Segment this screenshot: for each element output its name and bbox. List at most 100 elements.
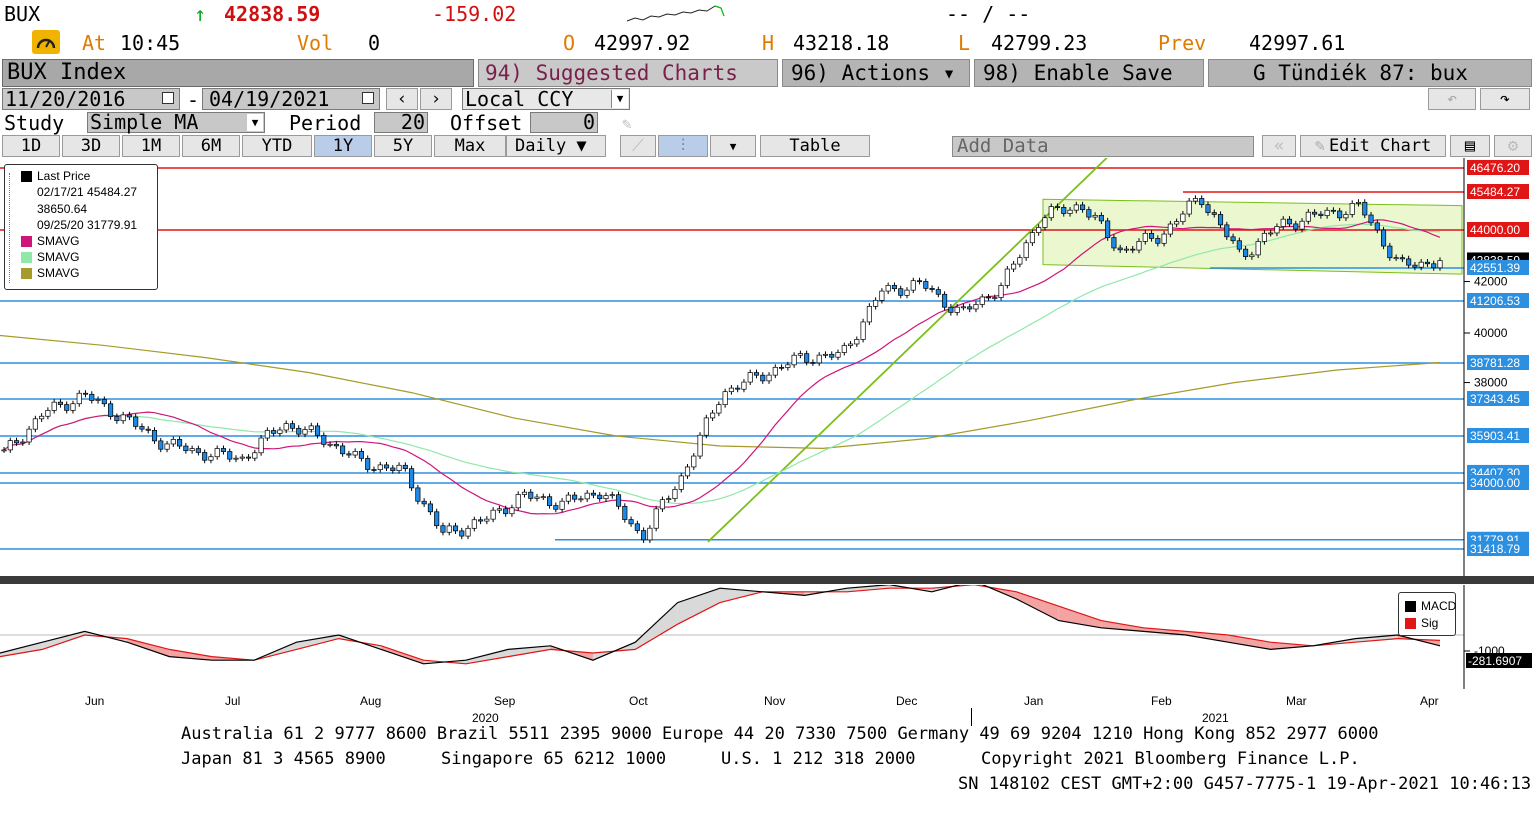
end-date: 04/19/2021 (209, 87, 330, 111)
candle-body (1105, 220, 1111, 238)
period-input[interactable]: 20 (374, 112, 428, 133)
calendar-icon[interactable] (362, 92, 374, 104)
candle-body (534, 496, 540, 499)
legend-high: 02/17/21 45484.27 (37, 185, 138, 199)
study-select[interactable]: Simple MA (87, 112, 265, 133)
candle-body (935, 289, 941, 295)
range-1m[interactable]: 1M (122, 135, 180, 157)
sma-olive-line (0, 334, 1441, 450)
candle-body (440, 525, 446, 533)
candle-body (1123, 248, 1130, 251)
start-date-field[interactable]: 11/20/2016 (2, 88, 180, 110)
chevron-down-icon[interactable]: ▼ (710, 135, 756, 157)
candle-body (565, 494, 571, 502)
frequency-select[interactable]: Daily ▼ (506, 135, 606, 157)
candle-body (471, 519, 477, 529)
candle-body (659, 499, 665, 510)
legend-last-price: Last Price (37, 169, 91, 183)
x-year-label: 2021 (1202, 711, 1229, 725)
footer-copyright: Copyright 2021 Bloomberg Finance L.P. (981, 749, 1360, 769)
candle-body (1130, 248, 1136, 251)
candle-body (866, 306, 872, 323)
undo-button[interactable]: ↶ (1428, 88, 1476, 110)
candle-body (409, 468, 415, 489)
candle-body (1004, 268, 1010, 286)
table-button[interactable]: Table (760, 135, 870, 157)
range-6m[interactable]: 6M (182, 135, 240, 157)
redo-button[interactable]: ↷ (1480, 88, 1530, 110)
enable-save-button[interactable]: 98) Enable Save (974, 59, 1204, 87)
candle-body (666, 498, 672, 501)
macd-chart[interactable]: 1000-1000-281.6907 (0, 585, 1534, 693)
next-period-button[interactable]: › (420, 88, 452, 110)
net-change: -159.02 (432, 2, 517, 26)
range-max[interactable]: Max (434, 135, 506, 157)
candle-body (1161, 233, 1167, 244)
legend-mid: 38650.64 (37, 202, 88, 216)
candle-body (1305, 211, 1311, 222)
candle-body (521, 491, 528, 495)
range-1y[interactable]: 1Y (314, 135, 372, 157)
candle-body (848, 343, 854, 346)
x-month-label: Dec (896, 694, 918, 708)
chevron-down-icon[interactable]: ▼ (611, 90, 628, 108)
pencil-icon[interactable]: ✎ (622, 114, 632, 133)
candle-body (540, 496, 546, 499)
chevron-down-icon[interactable]: ▼ (247, 114, 263, 131)
collapse-icon[interactable]: « (1262, 135, 1296, 157)
y-tick-label: 42000 (1474, 275, 1508, 289)
candle-body (13, 440, 20, 444)
candle-body (496, 508, 502, 511)
candle-body (515, 494, 521, 509)
candle-body (722, 391, 728, 405)
candle-body (1312, 211, 1318, 215)
candle-body (308, 425, 314, 430)
candle-body (1199, 198, 1205, 206)
legend-ma2: SMAVG (37, 250, 80, 264)
range-ytd[interactable]: YTD (242, 135, 312, 157)
security-field[interactable]: BUX Index (2, 59, 474, 87)
candle-body (1243, 248, 1249, 258)
line-chart-icon[interactable]: ⟋ (620, 135, 656, 157)
candle-body (459, 530, 465, 537)
candle-body (960, 306, 966, 309)
chart-settings-icon[interactable]: ▤ (1450, 135, 1490, 157)
candle-body (816, 354, 822, 364)
currency-select[interactable]: Local CCY (462, 88, 630, 110)
candle-body (1098, 214, 1104, 222)
range-5y[interactable]: 5Y (374, 135, 432, 157)
calendar-icon[interactable] (162, 92, 174, 104)
candle-body (1117, 247, 1123, 251)
gear-icon[interactable]: ⚙ (1494, 135, 1532, 157)
low-label: L (958, 31, 971, 55)
candle-body (1249, 254, 1255, 258)
candle-body (1387, 245, 1393, 259)
add-data-input[interactable]: Add Data (952, 136, 1254, 157)
candle-body (1343, 214, 1349, 219)
legend-low: 09/25/20 31779.91 (37, 218, 138, 232)
edit-chart-label: Edit Chart (1328, 136, 1432, 156)
start-date: 11/20/2016 (5, 87, 126, 111)
candlestick-icon[interactable]: ⫶ (658, 135, 708, 157)
prev-period-button[interactable]: ‹ (386, 88, 418, 110)
panel-divider[interactable] (0, 576, 1534, 584)
candle-body (1268, 232, 1274, 235)
candle-body (879, 290, 885, 301)
quote-time: 10:45 (120, 31, 181, 55)
range-3d[interactable]: 3D (62, 135, 120, 157)
candle-body (1393, 257, 1399, 260)
offset-input[interactable]: 0 (530, 112, 598, 133)
end-date-field[interactable]: 04/19/2021 (202, 88, 380, 110)
candle-body (183, 445, 189, 452)
price-chart[interactable]: 38000 40000 42000 46476.20 45484.27 44000.00 4… (0, 158, 1534, 583)
edit-chart-button[interactable]: ✎ Edit Chart (1300, 135, 1446, 157)
suggested-charts-menu[interactable]: 94) Suggested Charts (478, 59, 778, 87)
candle-body (628, 519, 634, 525)
candle-body (1318, 213, 1324, 216)
range-1d[interactable]: 1D (2, 135, 60, 157)
candle-body (7, 440, 13, 451)
actions-menu[interactable]: 96) Actions ▾ (782, 59, 970, 87)
candle-body (615, 494, 622, 507)
speedometer-icon[interactable] (32, 30, 60, 54)
candle-body (321, 435, 327, 445)
